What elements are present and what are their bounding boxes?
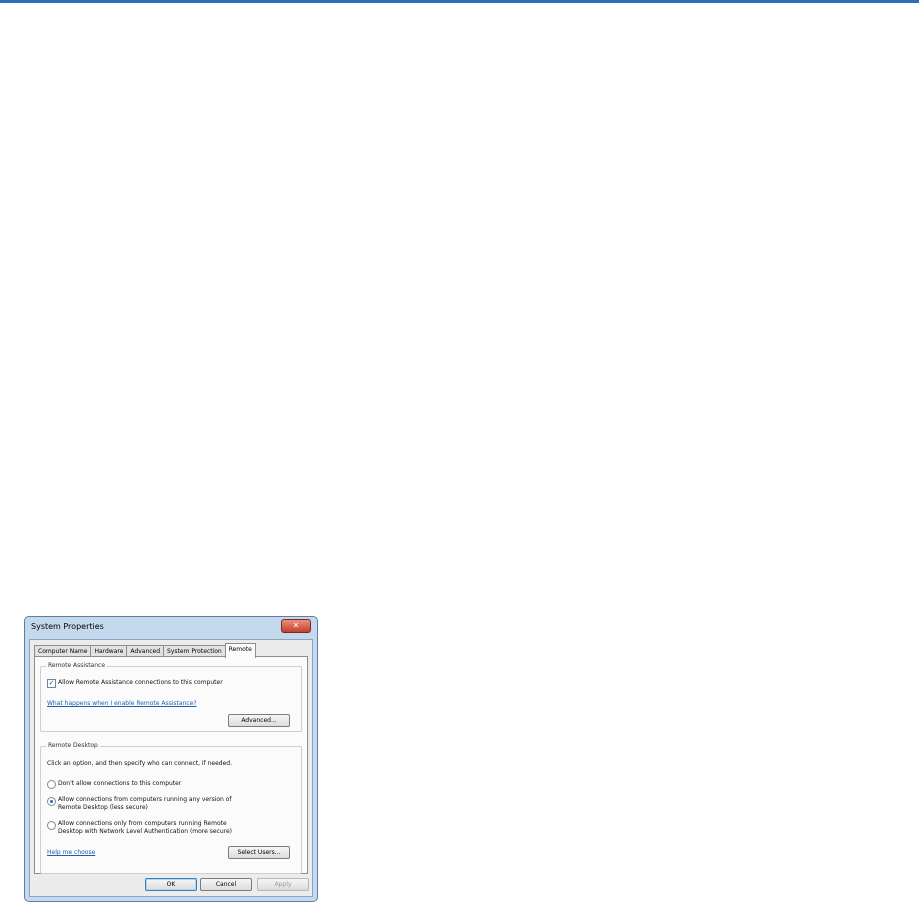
apply-button[interactable]: Apply <box>257 878 309 891</box>
radio-allow-nla-only-label-line2[interactable]: Desktop with Network Level Authenticatio… <box>58 828 232 835</box>
remote-desktop-instructions: Click an option, and then specify who ca… <box>47 760 232 767</box>
system-properties-dialog: System Properties ✕ Computer Name Hardwa… <box>24 616 318 902</box>
radio-allow-nla-only-label[interactable]: Allow connections only from computers ru… <box>58 820 227 827</box>
radio-allow-any-version[interactable] <box>47 797 56 806</box>
advanced-button[interactable]: Advanced... <box>228 714 290 727</box>
tab-remote[interactable]: Remote <box>224 643 256 658</box>
radio-allow-any-version-label[interactable]: Allow connections from computers running… <box>58 796 232 803</box>
checkmark-icon: ✓ <box>48 679 55 687</box>
remote-assistance-help-link[interactable]: What happens when I enable Remote Assist… <box>47 700 197 707</box>
remote-assistance-group-label: Remote Assistance <box>46 662 108 669</box>
cancel-button[interactable]: Cancel <box>200 878 252 891</box>
remote-desktop-group: Remote Desktop Click an option, and then… <box>40 742 302 874</box>
close-icon: ✕ <box>292 621 300 630</box>
remote-assistance-group: Remote Assistance ✓ Allow Remote Assista… <box>40 662 302 732</box>
radio-allow-any-version-label-line2[interactable]: Remote Desktop (less secure) <box>58 804 148 811</box>
radio-dont-allow[interactable] <box>47 780 56 789</box>
page-top-rule <box>0 0 919 3</box>
window-title: System Properties <box>31 622 104 631</box>
allow-remote-assistance-label[interactable]: Allow Remote Assistance connections to t… <box>58 679 223 686</box>
tab-strip: Computer Name Hardware Advanced System P… <box>34 643 256 658</box>
ok-button[interactable]: OK <box>145 878 197 891</box>
remote-tab-panel: Remote Assistance ✓ Allow Remote Assista… <box>34 656 308 874</box>
title-bar[interactable]: System Properties ✕ <box>25 617 317 637</box>
select-users-button[interactable]: Select Users... <box>228 846 290 859</box>
radio-dont-allow-label[interactable]: Don't allow connections to this computer <box>58 780 181 787</box>
help-me-choose-link[interactable]: Help me choose <box>47 849 95 856</box>
remote-desktop-group-label: Remote Desktop <box>46 742 100 749</box>
radio-allow-nla-only[interactable] <box>47 821 56 830</box>
dialog-client-area: Computer Name Hardware Advanced System P… <box>29 639 313 897</box>
close-button[interactable]: ✕ <box>281 619 311 633</box>
allow-remote-assistance-checkbox[interactable]: ✓ <box>47 679 56 688</box>
